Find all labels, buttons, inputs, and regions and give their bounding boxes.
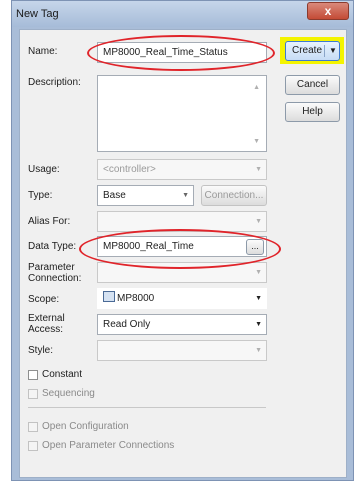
open-parameter-connections-label: Open Parameter Connections: [42, 440, 175, 451]
connection-button[interactable]: Connection...: [201, 185, 267, 206]
name-annotation-oval: [87, 35, 275, 71]
dialog-body: Name: MP8000_Real_Time_Status Descriptio…: [19, 29, 347, 478]
split-divider: [324, 45, 325, 57]
scroll-up-icon: ▲: [253, 84, 260, 91]
type-select[interactable]: Base ▼: [97, 185, 194, 206]
chevron-down-icon: ▼: [182, 192, 189, 199]
scope-label: Scope:: [28, 294, 60, 305]
chevron-down-icon: ▼: [255, 218, 262, 225]
chevron-down-icon: ▼: [255, 269, 262, 276]
create-label: Create: [292, 45, 323, 56]
chevron-down-icon: ▼: [255, 321, 262, 328]
open-parameter-connections-checkbox[interactable]: [28, 441, 38, 451]
sequencing-checkbox[interactable]: [28, 389, 38, 399]
chevron-down-icon: ▼: [329, 46, 337, 55]
constant-label: Constant: [42, 369, 83, 380]
controller-icon: [103, 291, 115, 302]
dialog-title: New Tag: [16, 8, 59, 20]
style-label: Style:: [28, 345, 54, 356]
create-button[interactable]: Create ▼: [285, 41, 340, 61]
chevron-down-icon: ▼: [255, 166, 262, 173]
parameter-connection-label: Parameter Connection:: [28, 262, 82, 284]
name-label: Name:: [28, 46, 58, 57]
new-tag-dialog: New Tag x Name: MP8000_Real_Time_Status …: [11, 0, 354, 481]
data-type-annotation-oval: [79, 229, 281, 269]
chevron-down-icon: ▼: [255, 347, 262, 354]
title-bar: New Tag x: [12, 1, 353, 27]
close-button[interactable]: x: [307, 2, 349, 20]
scope-value: MP8000: [117, 293, 155, 304]
description-textarea[interactable]: ▲ ▼: [97, 75, 267, 152]
description-label: Description:: [28, 77, 81, 88]
type-label: Type:: [28, 190, 53, 201]
external-access-label: External Access:: [28, 313, 65, 335]
help-button[interactable]: Help: [285, 102, 340, 122]
usage-select[interactable]: <controller> ▼: [97, 159, 267, 180]
sequencing-label: Sequencing: [42, 388, 95, 399]
open-configuration-label: Open Configuration: [42, 421, 129, 432]
scope-select[interactable]: MP8000 ▼: [97, 288, 267, 309]
usage-value: <controller>: [103, 164, 156, 175]
external-access-select[interactable]: Read Only ▼: [97, 314, 267, 335]
scroll-down-icon: ▼: [253, 138, 260, 145]
usage-label: Usage:: [28, 164, 60, 175]
external-access-value: Read Only: [103, 319, 151, 330]
style-select[interactable]: ▼: [97, 340, 267, 361]
chevron-down-icon: ▼: [255, 295, 262, 302]
cancel-button[interactable]: Cancel: [285, 75, 340, 95]
type-value: Base: [103, 190, 126, 201]
alias-for-label: Alias For:: [28, 216, 71, 227]
open-configuration-checkbox[interactable]: [28, 422, 38, 432]
divider: [28, 407, 266, 408]
constant-checkbox[interactable]: [28, 370, 38, 380]
data-type-label: Data Type:: [28, 241, 77, 252]
